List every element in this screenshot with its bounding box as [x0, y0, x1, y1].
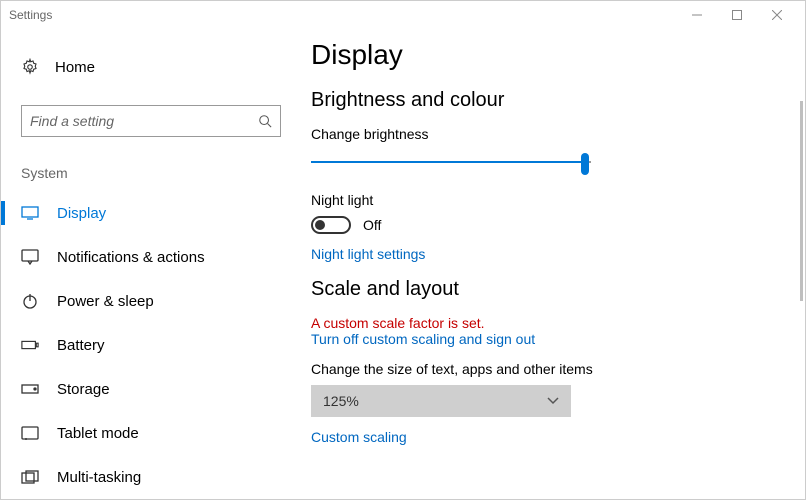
power-icon — [21, 293, 39, 309]
turn-off-scaling-link[interactable]: Turn off custom scaling and sign out — [311, 331, 535, 347]
scrollbar[interactable] — [800, 101, 803, 301]
sidebar-item-multitasking[interactable]: Multi-tasking — [21, 455, 281, 499]
sidebar-item-label: Tablet mode — [57, 425, 139, 442]
page-title: Display — [311, 39, 765, 71]
window-controls — [677, 1, 797, 29]
night-light-label: Night light — [311, 192, 765, 208]
storage-icon — [21, 384, 39, 394]
sidebar: Home System Display Notifications & acti… — [1, 29, 301, 499]
sidebar-item-storage[interactable]: Storage — [21, 367, 281, 411]
sidebar-item-tablet[interactable]: Tablet mode — [21, 411, 281, 455]
titlebar: Settings — [1, 1, 805, 29]
night-light-toggle[interactable] — [311, 216, 351, 234]
sidebar-item-label: Multi-tasking — [57, 469, 141, 486]
sidebar-item-label: Power & sleep — [57, 293, 154, 310]
multitasking-icon — [21, 470, 39, 484]
brightness-label: Change brightness — [311, 126, 765, 142]
close-button[interactable] — [757, 1, 797, 29]
brightness-slider[interactable] — [311, 150, 591, 174]
search-input[interactable] — [21, 105, 281, 137]
section-scale: Scale and layout — [311, 278, 765, 301]
sidebar-item-notifications[interactable]: Notifications & actions — [21, 235, 281, 279]
notification-icon — [21, 249, 39, 265]
sidebar-item-battery[interactable]: Battery — [21, 323, 281, 367]
night-light-state: Off — [363, 217, 381, 233]
maximize-button[interactable] — [717, 1, 757, 29]
slider-thumb[interactable] — [581, 153, 589, 175]
home-button[interactable]: Home — [21, 47, 281, 87]
window-title: Settings — [9, 8, 52, 22]
sidebar-item-label: Notifications & actions — [57, 249, 205, 266]
chevron-down-icon — [547, 397, 559, 405]
sidebar-item-power[interactable]: Power & sleep — [21, 279, 281, 323]
tablet-icon — [21, 426, 39, 440]
search-field[interactable] — [30, 113, 258, 129]
home-label: Home — [55, 59, 95, 76]
toggle-knob — [315, 220, 325, 230]
battery-icon — [21, 339, 39, 351]
scale-dropdown[interactable]: 125% — [311, 385, 571, 417]
sidebar-item-label: Storage — [57, 381, 110, 398]
sidebar-item-label: Battery — [57, 337, 105, 354]
scale-dropdown-value: 125% — [323, 393, 359, 409]
section-brightness: Brightness and colour — [311, 89, 765, 112]
monitor-icon — [21, 206, 39, 220]
night-light-settings-link[interactable]: Night light settings — [311, 246, 425, 262]
slider-fill — [311, 161, 585, 163]
search-icon — [258, 114, 272, 128]
custom-scaling-link[interactable]: Custom scaling — [311, 429, 407, 445]
sidebar-section-header: System — [21, 165, 281, 181]
minimize-button[interactable] — [677, 1, 717, 29]
sidebar-item-display[interactable]: Display — [21, 191, 281, 235]
content-pane: Display Brightness and colour Change bri… — [301, 29, 805, 499]
gear-icon — [21, 58, 39, 76]
sidebar-item-label: Display — [57, 205, 106, 222]
scale-warning: A custom scale factor is set. — [311, 315, 765, 331]
scale-label: Change the size of text, apps and other … — [311, 361, 765, 377]
